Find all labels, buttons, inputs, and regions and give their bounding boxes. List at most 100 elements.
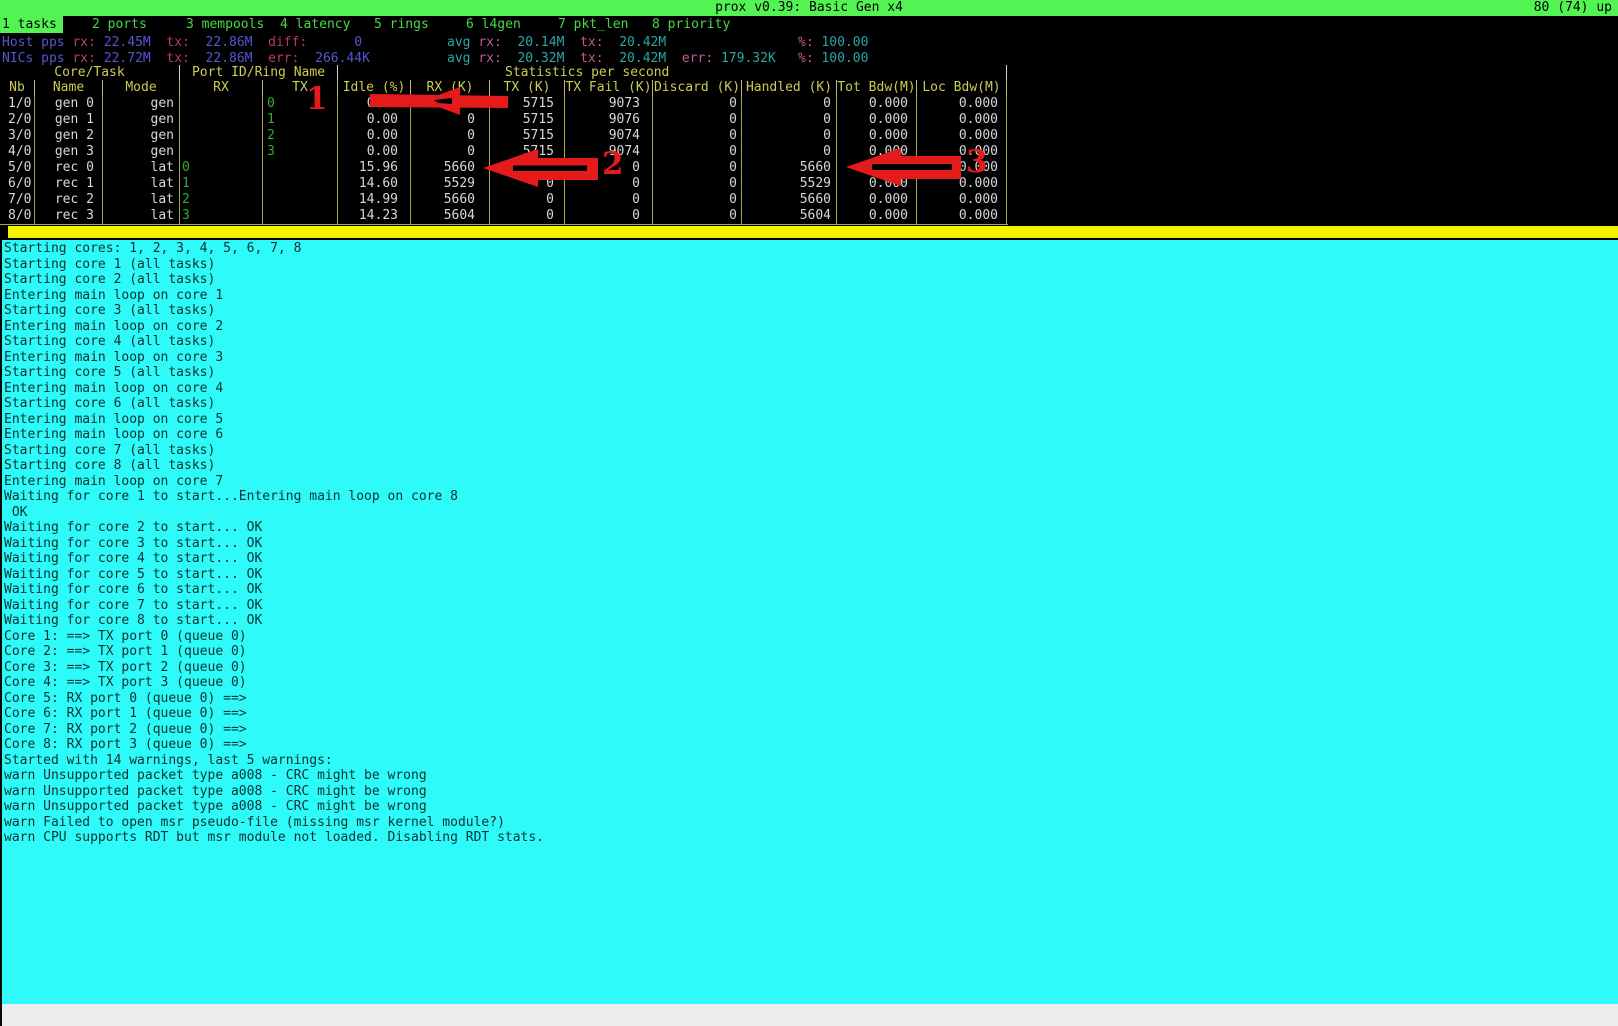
tab-tasks[interactable]: 1 tasks	[0, 16, 63, 33]
cell-tx-k: 5715	[490, 128, 565, 144]
log-line: Core 4: ==> TX port 3 (queue 0)	[2, 675, 1618, 691]
cell-rx-k: 5604	[411, 208, 490, 224]
cell-nb: 1/0	[0, 96, 35, 112]
log-line: Waiting for core 7 to start... OK	[2, 598, 1618, 614]
tab-ports[interactable]: 2 ports	[90, 16, 153, 33]
table-row: 4/0 gen 3 gen 3 0.00 0 5715 9074 0 0 0.0…	[0, 144, 1008, 160]
cell-rx-port: 3	[180, 208, 263, 224]
cell-tot-bdw: 0.000	[837, 144, 917, 160]
cell-tx-port: 2	[263, 128, 338, 144]
cell-mode: gen	[103, 128, 180, 144]
cell-name: rec 1	[35, 176, 103, 192]
cell-discard: 0	[653, 208, 742, 224]
uptime-indicator: 80 (74) up	[1534, 0, 1612, 16]
table-column-header-row: Nb Name Mode RX TX Idle (%) RX (K) TX (K…	[0, 80, 1008, 96]
tab-l4gen[interactable]: 6 l4gen	[464, 16, 527, 33]
cell-name: gen 2	[35, 128, 103, 144]
cell-rx-k: 5529	[411, 176, 490, 192]
tab-rings[interactable]: 5 rings	[372, 16, 435, 33]
cell-tx-port	[263, 208, 338, 224]
stats-panel: Host pps rx: 22.45M tx: 22.86M diff: 0 a…	[0, 33, 1618, 65]
cell-mode: gen	[103, 144, 180, 160]
cell-rx-port	[180, 128, 263, 144]
cell-rx-port	[180, 144, 263, 160]
cell-handled: 5604	[742, 208, 837, 224]
log-line: Entering main loop on core 2	[2, 319, 1618, 335]
column-header-idle: Idle (%)	[338, 80, 411, 96]
tab-priority[interactable]: 8 priority	[650, 16, 736, 33]
cell-tx-port: 1	[263, 112, 338, 128]
cell-idle: 0.00	[338, 144, 411, 160]
table-row: 1/0 gen 0 gen 0 0.00 0 5715 9073 0 0 0.0…	[0, 96, 1008, 112]
cell-name: rec 0	[35, 160, 103, 176]
cell-rx-k: 0	[411, 128, 490, 144]
column-header-name: Name	[35, 80, 103, 96]
command-status-bar[interactable]: Enter 'help' or command, <ESC> or 'quit'…	[0, 1004, 1618, 1026]
log-line: Starting core 3 (all tasks)	[2, 303, 1618, 319]
log-line: Waiting for core 8 to start... OK	[2, 613, 1618, 629]
table-row: 3/0 gen 2 gen 2 0.00 0 5715 9074 0 0 0.0…	[0, 128, 1008, 144]
cell-tot-bdw: 0.000	[837, 128, 917, 144]
cell-idle: 0.00	[338, 112, 411, 128]
cell-discard: 0	[653, 128, 742, 144]
log-line: Core 1: ==> TX port 0 (queue 0)	[2, 629, 1618, 645]
cell-discard: 0	[653, 192, 742, 208]
cell-name: rec 3	[35, 208, 103, 224]
cell-handled: 0	[742, 144, 837, 160]
tab-pkt-len[interactable]: 7 pkt_len	[556, 16, 634, 33]
cell-mode: lat	[103, 160, 180, 176]
column-header-rxk: RX (K)	[411, 80, 490, 96]
log-line: Core 5: RX port 0 (queue 0) ==>	[2, 691, 1618, 707]
column-header-txk: TX (K)	[490, 80, 565, 96]
cell-loc-bdw: 0.000	[917, 208, 1007, 224]
cell-nb: 5/0	[0, 160, 35, 176]
tab-mempools[interactable]: 3 mempools	[184, 16, 270, 33]
log-line: Starting cores: 1, 2, 3, 4, 5, 6, 7, 8	[2, 241, 1618, 257]
log-line: Starting core 1 (all tasks)	[2, 257, 1618, 273]
log-line: Entering main loop on core 3	[2, 350, 1618, 366]
cell-nb: 3/0	[0, 128, 35, 144]
log-line: Starting core 7 (all tasks)	[2, 443, 1618, 459]
cell-rx-port	[180, 112, 263, 128]
cell-idle: 14.99	[338, 192, 411, 208]
cell-discard: 0	[653, 112, 742, 128]
cell-rx-port: 1	[180, 176, 263, 192]
cell-nb: 6/0	[0, 176, 35, 192]
group-header-statistics: Statistics per second	[338, 65, 1007, 80]
log-line: Starting core 5 (all tasks)	[2, 365, 1618, 381]
tab-latency[interactable]: 4 latency	[278, 16, 356, 33]
log-line: Core 7: RX port 2 (queue 0) ==>	[2, 722, 1618, 738]
app-title: prox v0.39: Basic Gen x4	[715, 0, 903, 16]
log-line: Waiting for core 6 to start... OK	[2, 582, 1618, 598]
log-line: warn Unsupported packet type a008 - CRC …	[2, 784, 1618, 800]
cell-tx-k: 0	[490, 160, 565, 176]
log-line: Starting core 8 (all tasks)	[2, 458, 1618, 474]
group-header-core-task: Core/Task	[0, 65, 180, 80]
cell-rx-port: 0	[180, 160, 263, 176]
cell-rx-k: 0	[411, 112, 490, 128]
cell-loc-bdw: 0.000	[917, 192, 1007, 208]
stats-table: Core/Task Port ID/Ring Name Statistics p…	[0, 65, 1008, 225]
log-line: Entering main loop on core 4	[2, 381, 1618, 397]
cell-tx-port: 0	[263, 96, 338, 112]
cell-tx-k: 5715	[490, 144, 565, 160]
log-line: Starting core 4 (all tasks)	[2, 334, 1618, 350]
log-line: warn Failed to open msr pseudo-file (mis…	[2, 815, 1618, 831]
log-line: warn Unsupported packet type a008 - CRC …	[2, 768, 1618, 784]
cell-name: rec 2	[35, 192, 103, 208]
cell-tot-bdw: 0.000	[837, 192, 917, 208]
prox-terminal-window: prox v0.39: Basic Gen x4 80 (74) up 1 ta…	[0, 0, 1618, 1026]
table-row: 2/0 gen 1 gen 1 0.00 0 5715 9076 0 0 0.0…	[0, 112, 1008, 128]
column-header-discard: Discard (K)	[653, 80, 742, 96]
column-header-tot-bdw: Tot Bdw(M)	[837, 80, 917, 96]
cell-discard: 0	[653, 144, 742, 160]
cell-idle: 0.00	[338, 128, 411, 144]
cell-handled: 0	[742, 128, 837, 144]
cell-tx-fail: 9073	[565, 96, 653, 112]
log-line: Entering main loop on core 5	[2, 412, 1618, 428]
table-row: 7/0 rec 2 lat 2 14.99 5660 0 0 0 5660 0.…	[0, 192, 1008, 208]
cell-loc-bdw: 0.000	[917, 144, 1007, 160]
cell-tot-bdw: 0.000	[837, 160, 917, 176]
cell-tx-fail: 0	[565, 160, 653, 176]
cell-tx-fail: 9076	[565, 112, 653, 128]
